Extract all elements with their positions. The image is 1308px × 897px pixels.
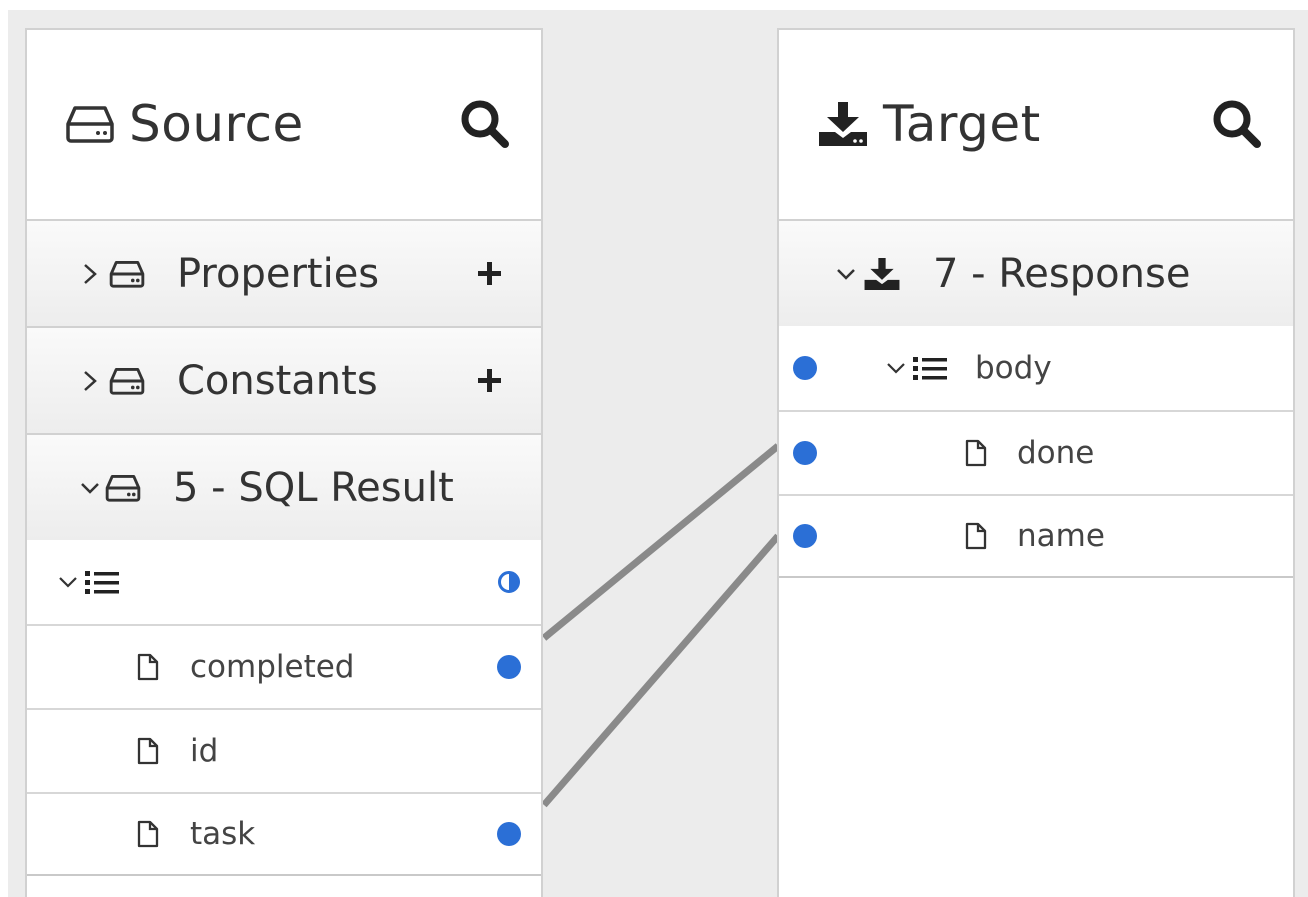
download-icon	[863, 257, 901, 290]
target-header: Target	[779, 30, 1293, 218]
download-icon	[817, 102, 869, 146]
source-document-sql-result[interactable]: 5 - SQL Result	[27, 433, 541, 540]
file-icon	[137, 653, 159, 681]
mapped-indicator	[793, 441, 817, 465]
source-search-button[interactable]	[459, 98, 511, 150]
target-title: Target	[883, 95, 1041, 153]
field-label: name	[1017, 518, 1105, 554]
list-icon	[913, 356, 947, 380]
target-collection-body[interactable]: body	[779, 326, 1293, 410]
search-icon	[1213, 100, 1261, 148]
mapped-indicator	[793, 524, 817, 548]
mapped-indicator	[793, 356, 817, 380]
target-search-button[interactable]	[1211, 98, 1263, 150]
hdd-icon	[109, 259, 145, 289]
partial-mapping-icon	[498, 571, 520, 593]
source-document-list: Properties Constants 5 - SQL Result comp…	[27, 219, 541, 876]
collection-label: body	[975, 350, 1052, 386]
mapped-indicator	[497, 822, 521, 846]
document-name: 7 - Response	[933, 250, 1191, 297]
hdd-icon	[65, 104, 115, 144]
mapped-indicator	[497, 655, 521, 679]
file-icon	[137, 737, 159, 765]
source-header: Source	[27, 30, 541, 218]
target-field-name[interactable]: name	[779, 494, 1293, 578]
field-label: task	[190, 816, 256, 852]
file-icon	[965, 522, 987, 550]
target-field-done[interactable]: done	[779, 410, 1293, 494]
plus-icon	[478, 262, 501, 285]
chevron-right-icon[interactable]	[79, 262, 101, 286]
search-icon	[461, 100, 509, 148]
source-panel: Source Properties Constants 5 - SQL Resu…	[25, 28, 543, 897]
chevron-down-icon[interactable]	[79, 480, 101, 496]
section-name: 5 - SQL Result	[173, 464, 454, 511]
source-collection-row[interactable]	[27, 540, 541, 624]
source-field-id[interactable]: id	[27, 708, 541, 792]
mapping-line-task-name	[541, 533, 781, 808]
add-property-button[interactable]	[477, 261, 501, 285]
source-title: Source	[129, 95, 304, 153]
source-field-completed[interactable]: completed	[27, 624, 541, 708]
chevron-down-icon[interactable]	[57, 574, 79, 590]
field-label: done	[1017, 435, 1095, 471]
hdd-icon	[109, 366, 145, 396]
hdd-icon	[105, 473, 141, 503]
target-panel: Target 7 - Response body done name	[777, 28, 1295, 897]
target-document-response[interactable]: 7 - Response	[779, 219, 1293, 326]
source-section-constants[interactable]: Constants	[27, 326, 541, 433]
chevron-down-icon[interactable]	[835, 266, 857, 282]
source-section-properties[interactable]: Properties	[27, 219, 541, 326]
section-name: Properties	[177, 250, 380, 297]
plus-icon	[478, 369, 501, 392]
section-name: Constants	[177, 357, 378, 404]
list-icon	[85, 570, 119, 594]
mapping-line-completed-done	[541, 443, 781, 641]
file-icon	[965, 439, 987, 467]
chevron-right-icon[interactable]	[79, 369, 101, 393]
file-icon	[137, 820, 159, 848]
field-label: completed	[190, 649, 355, 685]
add-constant-button[interactable]	[477, 368, 501, 392]
target-document-list: 7 - Response body done name	[779, 219, 1293, 578]
source-field-task[interactable]: task	[27, 792, 541, 876]
chevron-down-icon[interactable]	[885, 360, 907, 376]
field-label: id	[190, 733, 219, 769]
data-mapper-canvas: Source Properties Constants 5 - SQL Resu…	[8, 10, 1308, 897]
